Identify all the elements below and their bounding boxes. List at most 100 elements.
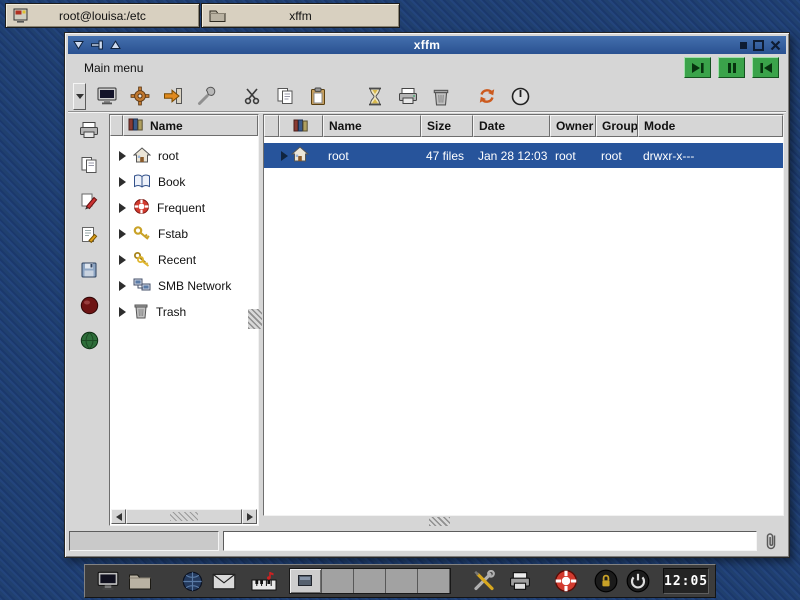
expander-icon[interactable] [119, 255, 126, 265]
lifebuoy-icon [133, 198, 150, 218]
power-icon[interactable] [505, 82, 535, 110]
minimize-icon[interactable] [740, 42, 747, 49]
lock-icon[interactable] [593, 567, 619, 595]
expander-icon[interactable] [119, 151, 126, 161]
expander-icon[interactable] [119, 281, 126, 291]
edit-note-icon[interactable] [77, 224, 101, 246]
tree-item-label: root [158, 149, 179, 163]
trash-icon[interactable] [426, 82, 456, 110]
column-date[interactable]: Date [473, 115, 550, 137]
stick-icon[interactable] [91, 40, 103, 50]
cell-group: root [596, 149, 638, 163]
column-mode[interactable]: Mode [638, 115, 783, 137]
pane-divider-grip[interactable] [248, 309, 262, 329]
side-icon-strip [70, 117, 108, 351]
close-icon[interactable] [770, 40, 781, 51]
bottom-pane-grip[interactable] [429, 517, 450, 526]
workspace-4[interactable] [386, 569, 418, 593]
workspace-5[interactable] [418, 569, 450, 593]
taskbar-button-xffm[interactable]: xffm [201, 3, 400, 28]
expander-icon[interactable] [119, 229, 126, 239]
gear-icon[interactable] [125, 82, 155, 110]
run-controls [684, 57, 779, 78]
terminal-icon[interactable] [95, 567, 121, 595]
column-size[interactable]: Size [421, 115, 473, 137]
tree-item-label: Fstab [158, 227, 188, 241]
save-icon[interactable] [77, 259, 101, 281]
workspace-2[interactable] [322, 569, 354, 593]
titlebar[interactable]: xffm [68, 36, 786, 54]
globe-icon[interactable] [179, 567, 205, 595]
workspace-1[interactable] [290, 569, 322, 593]
tree-item-fstab[interactable]: Fstab [110, 221, 258, 247]
mail-icon[interactable] [211, 567, 237, 595]
shade-icon[interactable] [110, 40, 121, 50]
terminal-icon[interactable] [92, 82, 122, 110]
printer-icon[interactable] [77, 119, 101, 141]
expander-icon[interactable] [119, 203, 126, 213]
taskbar-button-terminal[interactable]: root@louisa:/etc [5, 3, 200, 28]
wrench-icon[interactable] [191, 82, 221, 110]
main-menu[interactable]: Main menu [80, 59, 147, 77]
column-icon[interactable] [279, 115, 323, 137]
power-icon[interactable] [625, 567, 651, 595]
expander-icon[interactable] [119, 307, 126, 317]
lifebuoy-icon[interactable] [553, 567, 579, 595]
go-arrow-icon[interactable] [158, 82, 188, 110]
tree-header-name[interactable]: Name [123, 115, 258, 136]
tree-horizontal-scrollbar[interactable] [111, 509, 257, 524]
file-row-root-selected[interactable]: root 47 files Jan 28 12:03 root root drw… [264, 143, 783, 168]
expander-icon[interactable] [119, 177, 126, 187]
printer-icon[interactable] [507, 567, 533, 595]
key-icon [133, 225, 151, 243]
pause-button[interactable] [718, 57, 745, 78]
paste-icon[interactable] [303, 82, 333, 110]
tree-item-label: Frequent [157, 201, 205, 215]
panel-clock: 12:05 [663, 568, 709, 594]
column-spacer[interactable] [264, 115, 279, 137]
scrollbar-thumb[interactable] [126, 509, 242, 524]
column-owner[interactable]: Owner [550, 115, 596, 137]
toolbar-dropdown-icon[interactable] [73, 83, 86, 110]
scroll-right-icon[interactable] [242, 509, 257, 524]
printer-icon[interactable] [393, 82, 423, 110]
green-globe-icon[interactable] [77, 329, 101, 351]
paperclip-icon[interactable] [761, 530, 781, 552]
bottom-panel: 12:05 [84, 564, 716, 598]
skip-back-button[interactable] [752, 57, 779, 78]
expander-icon[interactable] [281, 151, 288, 161]
folder-icon[interactable] [127, 567, 153, 595]
command-entry[interactable] [223, 531, 757, 551]
terminal-app-icon [13, 8, 28, 27]
tree-item-book[interactable]: Book [110, 169, 258, 195]
tree-item-label: Book [158, 175, 185, 189]
skip-forward-button[interactable] [684, 57, 711, 78]
hourglass-icon[interactable] [360, 82, 390, 110]
books-icon [293, 118, 309, 135]
tree-item-recent[interactable]: Recent [110, 247, 258, 273]
scroll-left-icon[interactable] [111, 509, 126, 524]
tree-item-smb-network[interactable]: SMB Network [110, 273, 258, 299]
refresh-icon[interactable] [472, 82, 502, 110]
window-title: xffm [68, 38, 786, 52]
menu-down-icon[interactable] [73, 40, 84, 50]
cell-date: Jan 28 12:03 [473, 149, 550, 163]
copy-pages-icon[interactable] [77, 154, 101, 176]
column-group[interactable]: Group [596, 115, 638, 137]
cell-name: root [323, 149, 421, 163]
keyboard-icon[interactable] [251, 567, 277, 595]
workspace-3[interactable] [354, 569, 386, 593]
maximize-icon[interactable] [753, 40, 764, 51]
tree-item-frequent[interactable]: Frequent [110, 195, 258, 221]
tree-header-spacer[interactable] [110, 115, 123, 136]
scissors-icon[interactable] [237, 82, 267, 110]
copy-icon[interactable] [270, 82, 300, 110]
tools-icon[interactable] [471, 567, 497, 595]
books-icon [128, 117, 144, 134]
tree-item-root[interactable]: root [110, 143, 258, 169]
tree-item-trash[interactable]: Trash [110, 299, 258, 325]
column-name[interactable]: Name [323, 115, 421, 137]
pen-icon[interactable] [77, 189, 101, 211]
red-globe-icon[interactable] [77, 294, 101, 316]
keys-icon [133, 251, 151, 270]
